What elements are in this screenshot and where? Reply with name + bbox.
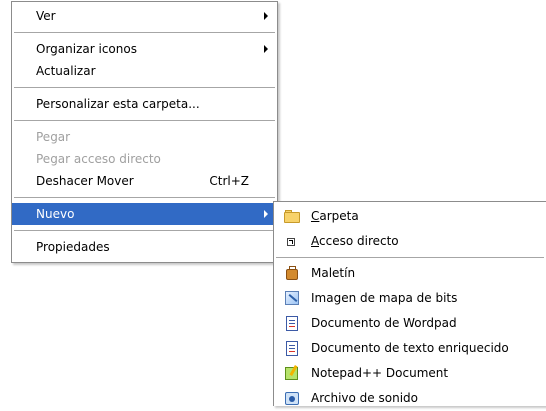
menu-item-label: Ver — [36, 9, 56, 23]
submenu-item-documento-texto-enriquecido[interactable]: Documento de texto enriquecido — [274, 336, 546, 361]
submenu-arrow-icon — [264, 210, 268, 218]
menu-item-label: Pegar — [36, 130, 71, 144]
menu-item-pegar-acceso-directo: Pegar acceso directo — [12, 148, 277, 170]
menu-item-label: Nuevo — [36, 207, 75, 221]
menu-item-organizar-iconos[interactable]: Organizar iconos — [12, 38, 277, 60]
shortcut-label: Ctrl+Z — [209, 174, 249, 188]
submenu-item-label: Archivo de sonido — [311, 391, 418, 405]
folder-icon — [284, 208, 300, 224]
submenu-item-notepadpp-document[interactable]: Notepad++ Document — [274, 361, 546, 386]
menu-item-pegar: Pegar — [12, 126, 277, 148]
submenu-item-imagen-mapa-bits[interactable]: Imagen de mapa de bits — [274, 286, 546, 311]
menu-item-label: Organizar iconos — [36, 42, 137, 56]
menu-separator — [14, 87, 275, 88]
briefcase-icon — [284, 265, 300, 281]
submenu-item-maletin[interactable]: Maletín — [274, 261, 546, 286]
submenu-item-label: Documento de Wordpad — [311, 316, 457, 330]
new-submenu: Carpeta Acceso directo Maletín Imagen de… — [273, 201, 546, 406]
submenu-item-documento-wordpad[interactable]: Documento de Wordpad — [274, 311, 546, 336]
menu-item-deshacer-mover[interactable]: Deshacer Mover Ctrl+Z — [12, 170, 277, 192]
bitmap-image-icon — [284, 290, 300, 306]
menu-separator — [276, 257, 544, 258]
notepadpp-document-icon — [284, 365, 300, 381]
menu-item-propiedades[interactable]: Propiedades — [12, 236, 277, 258]
menu-item-label: Actualizar — [36, 64, 96, 78]
menu-item-label: Propiedades — [36, 240, 110, 254]
submenu-item-archivo-sonido[interactable]: Archivo de sonido — [274, 386, 546, 411]
menu-item-nuevo[interactable]: Nuevo — [12, 203, 277, 225]
submenu-item-carpeta[interactable]: Carpeta — [274, 204, 546, 229]
submenu-item-label: Imagen de mapa de bits — [311, 291, 458, 305]
submenu-item-label: Acceso directo — [311, 234, 399, 248]
rich-text-document-icon — [284, 340, 300, 356]
menu-separator — [14, 120, 275, 121]
menu-item-personalizar-carpeta[interactable]: Personalizar esta carpeta... — [12, 93, 277, 115]
menu-item-label: Pegar acceso directo — [36, 152, 161, 166]
shortcut-icon — [284, 233, 300, 249]
submenu-item-label: Documento de texto enriquecido — [311, 341, 509, 355]
menu-item-label: Deshacer Mover — [36, 174, 134, 188]
context-menu: Ver Organizar iconos Actualizar Personal… — [11, 1, 278, 263]
submenu-arrow-icon — [264, 12, 268, 20]
menu-separator — [14, 230, 275, 231]
menu-separator — [14, 197, 275, 198]
menu-item-label: Personalizar esta carpeta... — [36, 97, 200, 111]
submenu-item-label: Carpeta — [311, 209, 359, 223]
submenu-arrow-icon — [264, 45, 268, 53]
submenu-item-label: Notepad++ Document — [311, 366, 449, 380]
wordpad-document-icon — [284, 315, 300, 331]
sound-file-icon — [284, 390, 300, 406]
submenu-item-label: Maletín — [311, 266, 356, 280]
submenu-item-acceso-directo[interactable]: Acceso directo — [274, 229, 546, 254]
menu-item-ver[interactable]: Ver — [12, 5, 277, 27]
menu-item-actualizar[interactable]: Actualizar — [12, 60, 277, 82]
menu-separator — [14, 32, 275, 33]
